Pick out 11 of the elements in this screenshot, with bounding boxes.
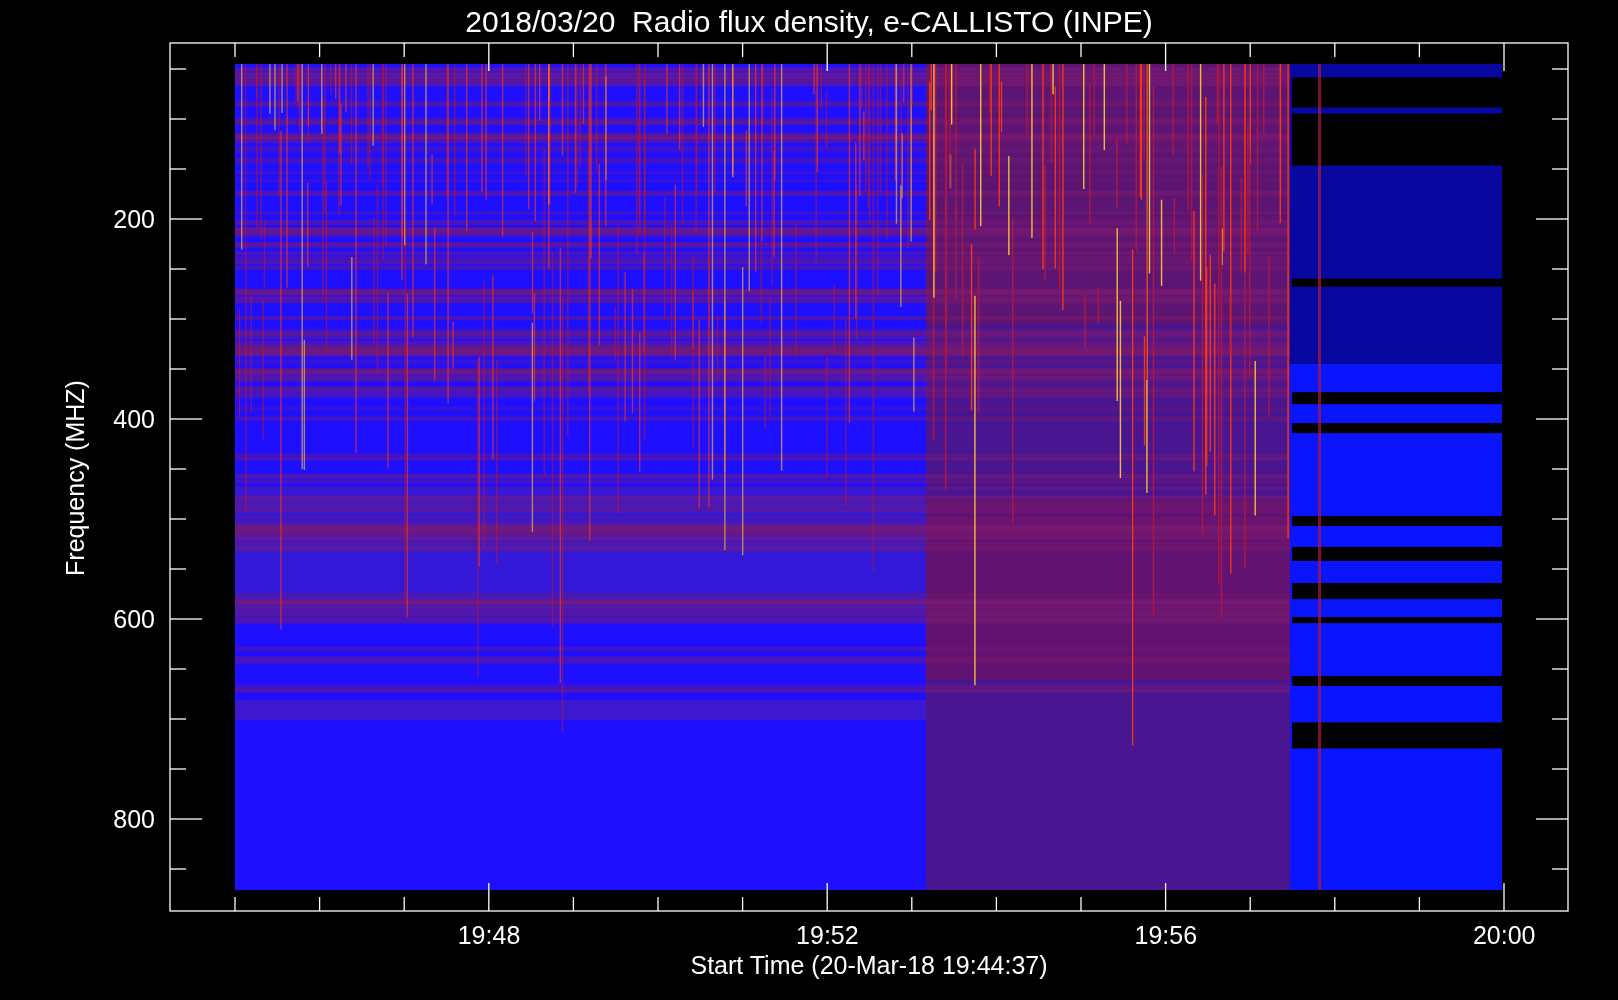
axis-label: Start Time (20-Mar-18 19:44:37) (690, 951, 1048, 979)
tick-label: 19:48 (457, 921, 521, 949)
tick-label: 200 (113, 205, 155, 233)
tick-label: 400 (113, 405, 155, 433)
tick-label: 800 (113, 805, 155, 833)
tick-label: 20:00 (1472, 921, 1536, 949)
tick-label: 19:56 (1134, 921, 1198, 949)
tick-label: 600 (113, 605, 155, 633)
tick-label: 19:52 (796, 921, 859, 949)
axis-label: Frequency (MHZ) (61, 380, 89, 576)
plot-title: 2018/03/20 Radio flux density, e-CALLISTO (INPE) (465, 5, 1153, 38)
